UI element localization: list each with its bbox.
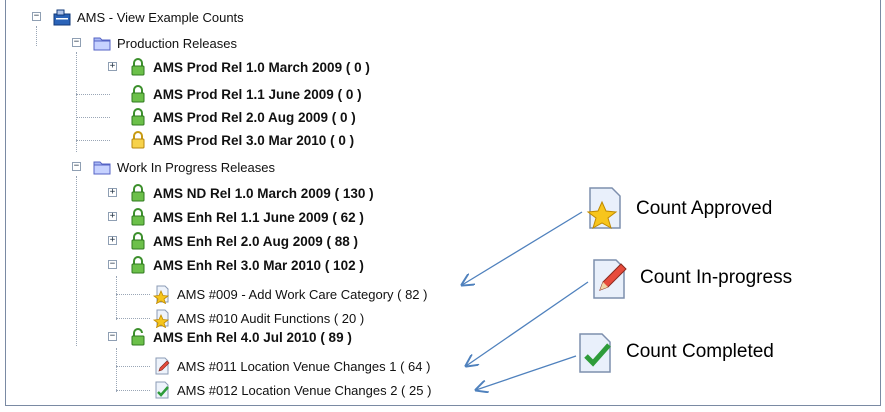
arrow-to-completed	[476, 355, 577, 390]
callout-arrows	[0, 211, 589, 412]
arrow-to-approved	[462, 211, 583, 285]
arrow-to-in-progress	[466, 281, 589, 366]
